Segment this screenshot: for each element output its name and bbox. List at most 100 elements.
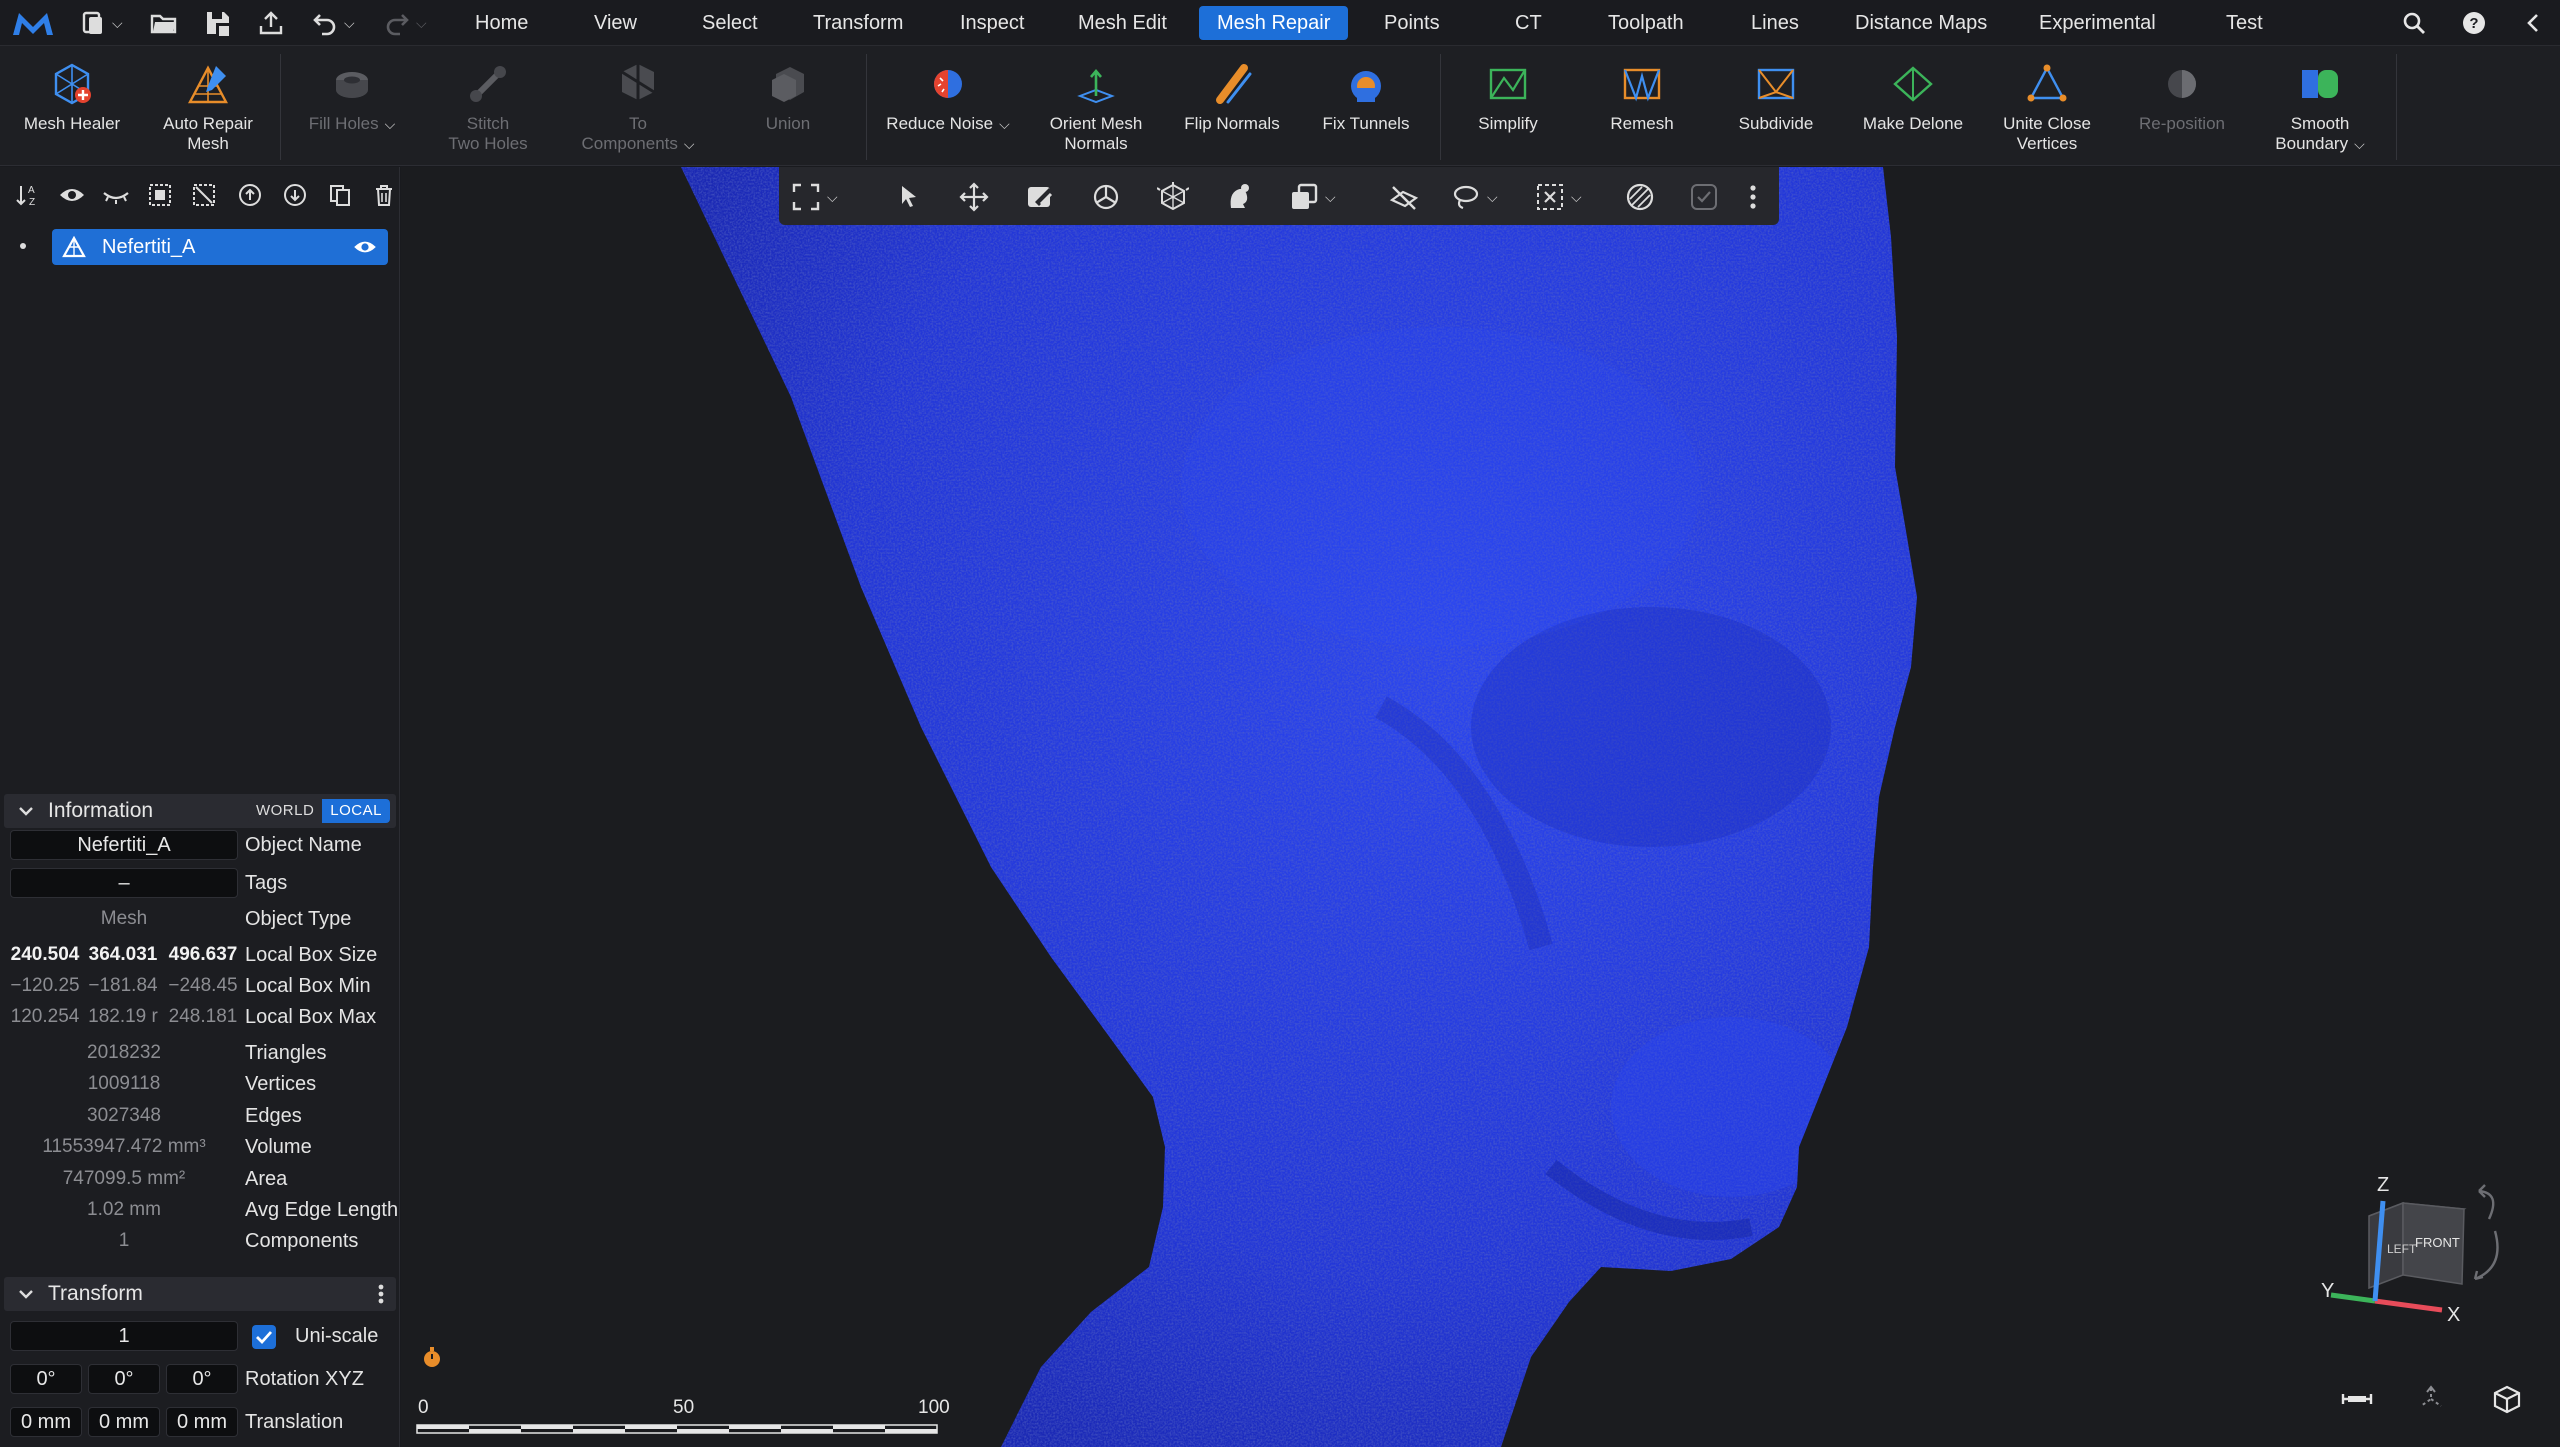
rotation-y-input[interactable]: 0° [88, 1364, 160, 1394]
measure-button[interactable] [2337, 1379, 2377, 1419]
perspective-toggle-button[interactable] [2411, 1379, 2451, 1419]
unite-close-vertices-button[interactable]: Unite Close Vertices [1979, 60, 2115, 160]
help-button[interactable]: ? [2456, 6, 2492, 40]
tab-distance-maps[interactable]: Distance Maps [1837, 6, 2005, 40]
translation-z-input[interactable]: 0 mm [166, 1407, 238, 1437]
edit-selection-button[interactable] [1025, 179, 1055, 215]
reposition-button[interactable]: Re-position [2114, 60, 2250, 160]
rotation-x-input[interactable]: 0° [10, 1364, 82, 1394]
tab-mesh-edit[interactable]: Mesh Edit [1060, 6, 1185, 40]
redo-button[interactable]: ⌵ [384, 6, 427, 40]
tab-view[interactable]: View [576, 6, 655, 40]
mesh-healer-button[interactable]: Mesh Healer [4, 60, 140, 160]
transform-section-header[interactable]: Transform [4, 1277, 396, 1311]
tab-test[interactable]: Test [2208, 6, 2281, 40]
orient-mesh-normals-button[interactable]: Orient Mesh Normals [1028, 60, 1164, 160]
apply-button[interactable] [1689, 179, 1719, 215]
viewport-more-button[interactable] [1749, 179, 1757, 215]
move-up-button[interactable] [232, 177, 268, 213]
sculpt-tool-button[interactable] [1223, 179, 1253, 215]
view-cube-toggle-button[interactable] [2487, 1379, 2527, 1419]
select-all-button[interactable] [142, 177, 178, 213]
to-components-button[interactable]: To Components ⌵ [570, 60, 706, 160]
tab-home[interactable]: Home [457, 6, 546, 40]
hide-all-button[interactable] [98, 177, 134, 213]
chevron-down-icon[interactable]: ⌵ [999, 114, 1010, 134]
timer-button[interactable] [417, 1342, 447, 1372]
chevron-down-icon[interactable]: ⌵ [1325, 189, 1336, 206]
clip-plane-button[interactable] [1389, 179, 1419, 215]
smooth-boundary-button[interactable]: Smooth Boundary ⌵ [2252, 60, 2388, 160]
export-button[interactable] [258, 6, 284, 40]
chevron-down-icon[interactable]: ⌵ [385, 114, 396, 134]
lasso-select-button[interactable]: ⌵ [1451, 179, 1498, 215]
save-button[interactable] [204, 6, 232, 40]
remesh-button[interactable]: Remesh [1574, 60, 1710, 160]
subdivide-button[interactable]: Subdivide [1708, 60, 1844, 160]
collapse-panel-button[interactable] [2516, 6, 2552, 40]
move-tool-button[interactable] [959, 179, 989, 215]
rotation-z-input[interactable]: 0° [166, 1364, 238, 1394]
translation-x-input[interactable]: 0 mm [10, 1407, 82, 1437]
transform-gizmo-button[interactable] [1157, 179, 1189, 215]
tab-ct[interactable]: CT [1497, 6, 1560, 40]
tab-toolpath[interactable]: Toolpath [1590, 6, 1702, 40]
show-all-button[interactable] [54, 177, 90, 213]
sort-button[interactable]: AZ [10, 177, 46, 213]
tab-lines[interactable]: Lines [1733, 6, 1817, 40]
tab-select[interactable]: Select [684, 6, 776, 40]
move-down-button[interactable] [277, 177, 313, 213]
eye-icon [60, 189, 84, 201]
3d-viewport[interactable]: ⌵ ⌵ ⌵ ⌵ 0 50 100 LEFT FRONT Y X Z [401, 167, 2560, 1447]
duplicate-button[interactable] [322, 177, 358, 213]
rotate-tool-button[interactable] [1091, 179, 1121, 215]
scale-input[interactable]: 1 [10, 1321, 238, 1351]
open-file-button[interactable] [150, 6, 178, 40]
tab-points[interactable]: Points [1366, 6, 1458, 40]
tab-inspect[interactable]: Inspect [942, 6, 1042, 40]
wireframe-toggle-button[interactable] [1625, 179, 1655, 215]
deselect-all-button[interactable] [186, 177, 222, 213]
information-section-header[interactable]: Information WORLD LOCAL [4, 794, 396, 828]
fix-tunnels-button[interactable]: Fix Tunnels [1298, 60, 1434, 160]
reduce-noise-button[interactable]: Reduce Noise ⌵ [880, 60, 1016, 160]
chevron-down-icon[interactable]: ⌵ [2354, 134, 2365, 154]
translation-y-input[interactable]: 0 mm [88, 1407, 160, 1437]
fit-view-button[interactable]: ⌵ [791, 179, 838, 215]
chevron-down-icon[interactable]: ⌵ [1487, 189, 1498, 206]
tab-transform[interactable]: Transform [795, 6, 921, 40]
delete-button[interactable] [366, 177, 402, 213]
view-cube[interactable]: LEFT FRONT Y X Z [2307, 1167, 2547, 1397]
tags-field[interactable]: – [10, 868, 238, 898]
auto-repair-mesh-button[interactable]: Auto Repair Mesh [140, 60, 276, 160]
union-icon [772, 67, 804, 102]
tab-experimental[interactable]: Experimental [2021, 6, 2174, 40]
visibility-eye-icon[interactable] [352, 238, 378, 256]
rotate-ccw-icon[interactable] [2473, 1230, 2499, 1281]
object-name-field[interactable]: Nefertiti_A [10, 830, 238, 860]
simplify-button[interactable]: Simplify [1440, 60, 1576, 160]
local-toggle[interactable]: LOCAL [322, 799, 390, 823]
chevron-down-icon[interactable]: ⌵ [684, 134, 695, 154]
copy-transform-button[interactable]: ⌵ [1289, 179, 1336, 215]
world-toggle[interactable]: WORLD [247, 799, 323, 823]
tab-mesh-repair[interactable]: Mesh Repair [1199, 6, 1349, 40]
new-document-button[interactable]: ⌵ [80, 6, 123, 40]
union-button[interactable]: Union [720, 60, 856, 160]
box-select-button[interactable]: ⌵ [1535, 179, 1582, 215]
undo-button[interactable]: ⌵ [312, 6, 355, 40]
select-tool-button[interactable] [897, 179, 921, 215]
fill-holes-button[interactable]: Fill Holes ⌵ [284, 60, 420, 160]
flip-normals-button[interactable]: Flip Normals [1164, 60, 1300, 160]
chevron-down-icon[interactable]: ⌵ [827, 189, 838, 206]
app-logo[interactable] [10, 6, 56, 40]
tree-item-nefertiti[interactable]: Nefertiti_A [52, 229, 388, 265]
rotate-cw-icon[interactable] [2478, 1184, 2495, 1220]
search-button[interactable] [2396, 6, 2432, 40]
chevron-down-icon[interactable]: ⌵ [1571, 189, 1582, 206]
more-options-icon[interactable] [378, 1283, 384, 1305]
stitch-two-holes-button[interactable]: Stitch Two Holes [420, 60, 556, 160]
uniscale-checkbox[interactable] [252, 1325, 276, 1349]
make-delone-button[interactable]: Make Delone [1845, 60, 1981, 160]
vertices-value: 1009118 [87, 1073, 161, 1094]
